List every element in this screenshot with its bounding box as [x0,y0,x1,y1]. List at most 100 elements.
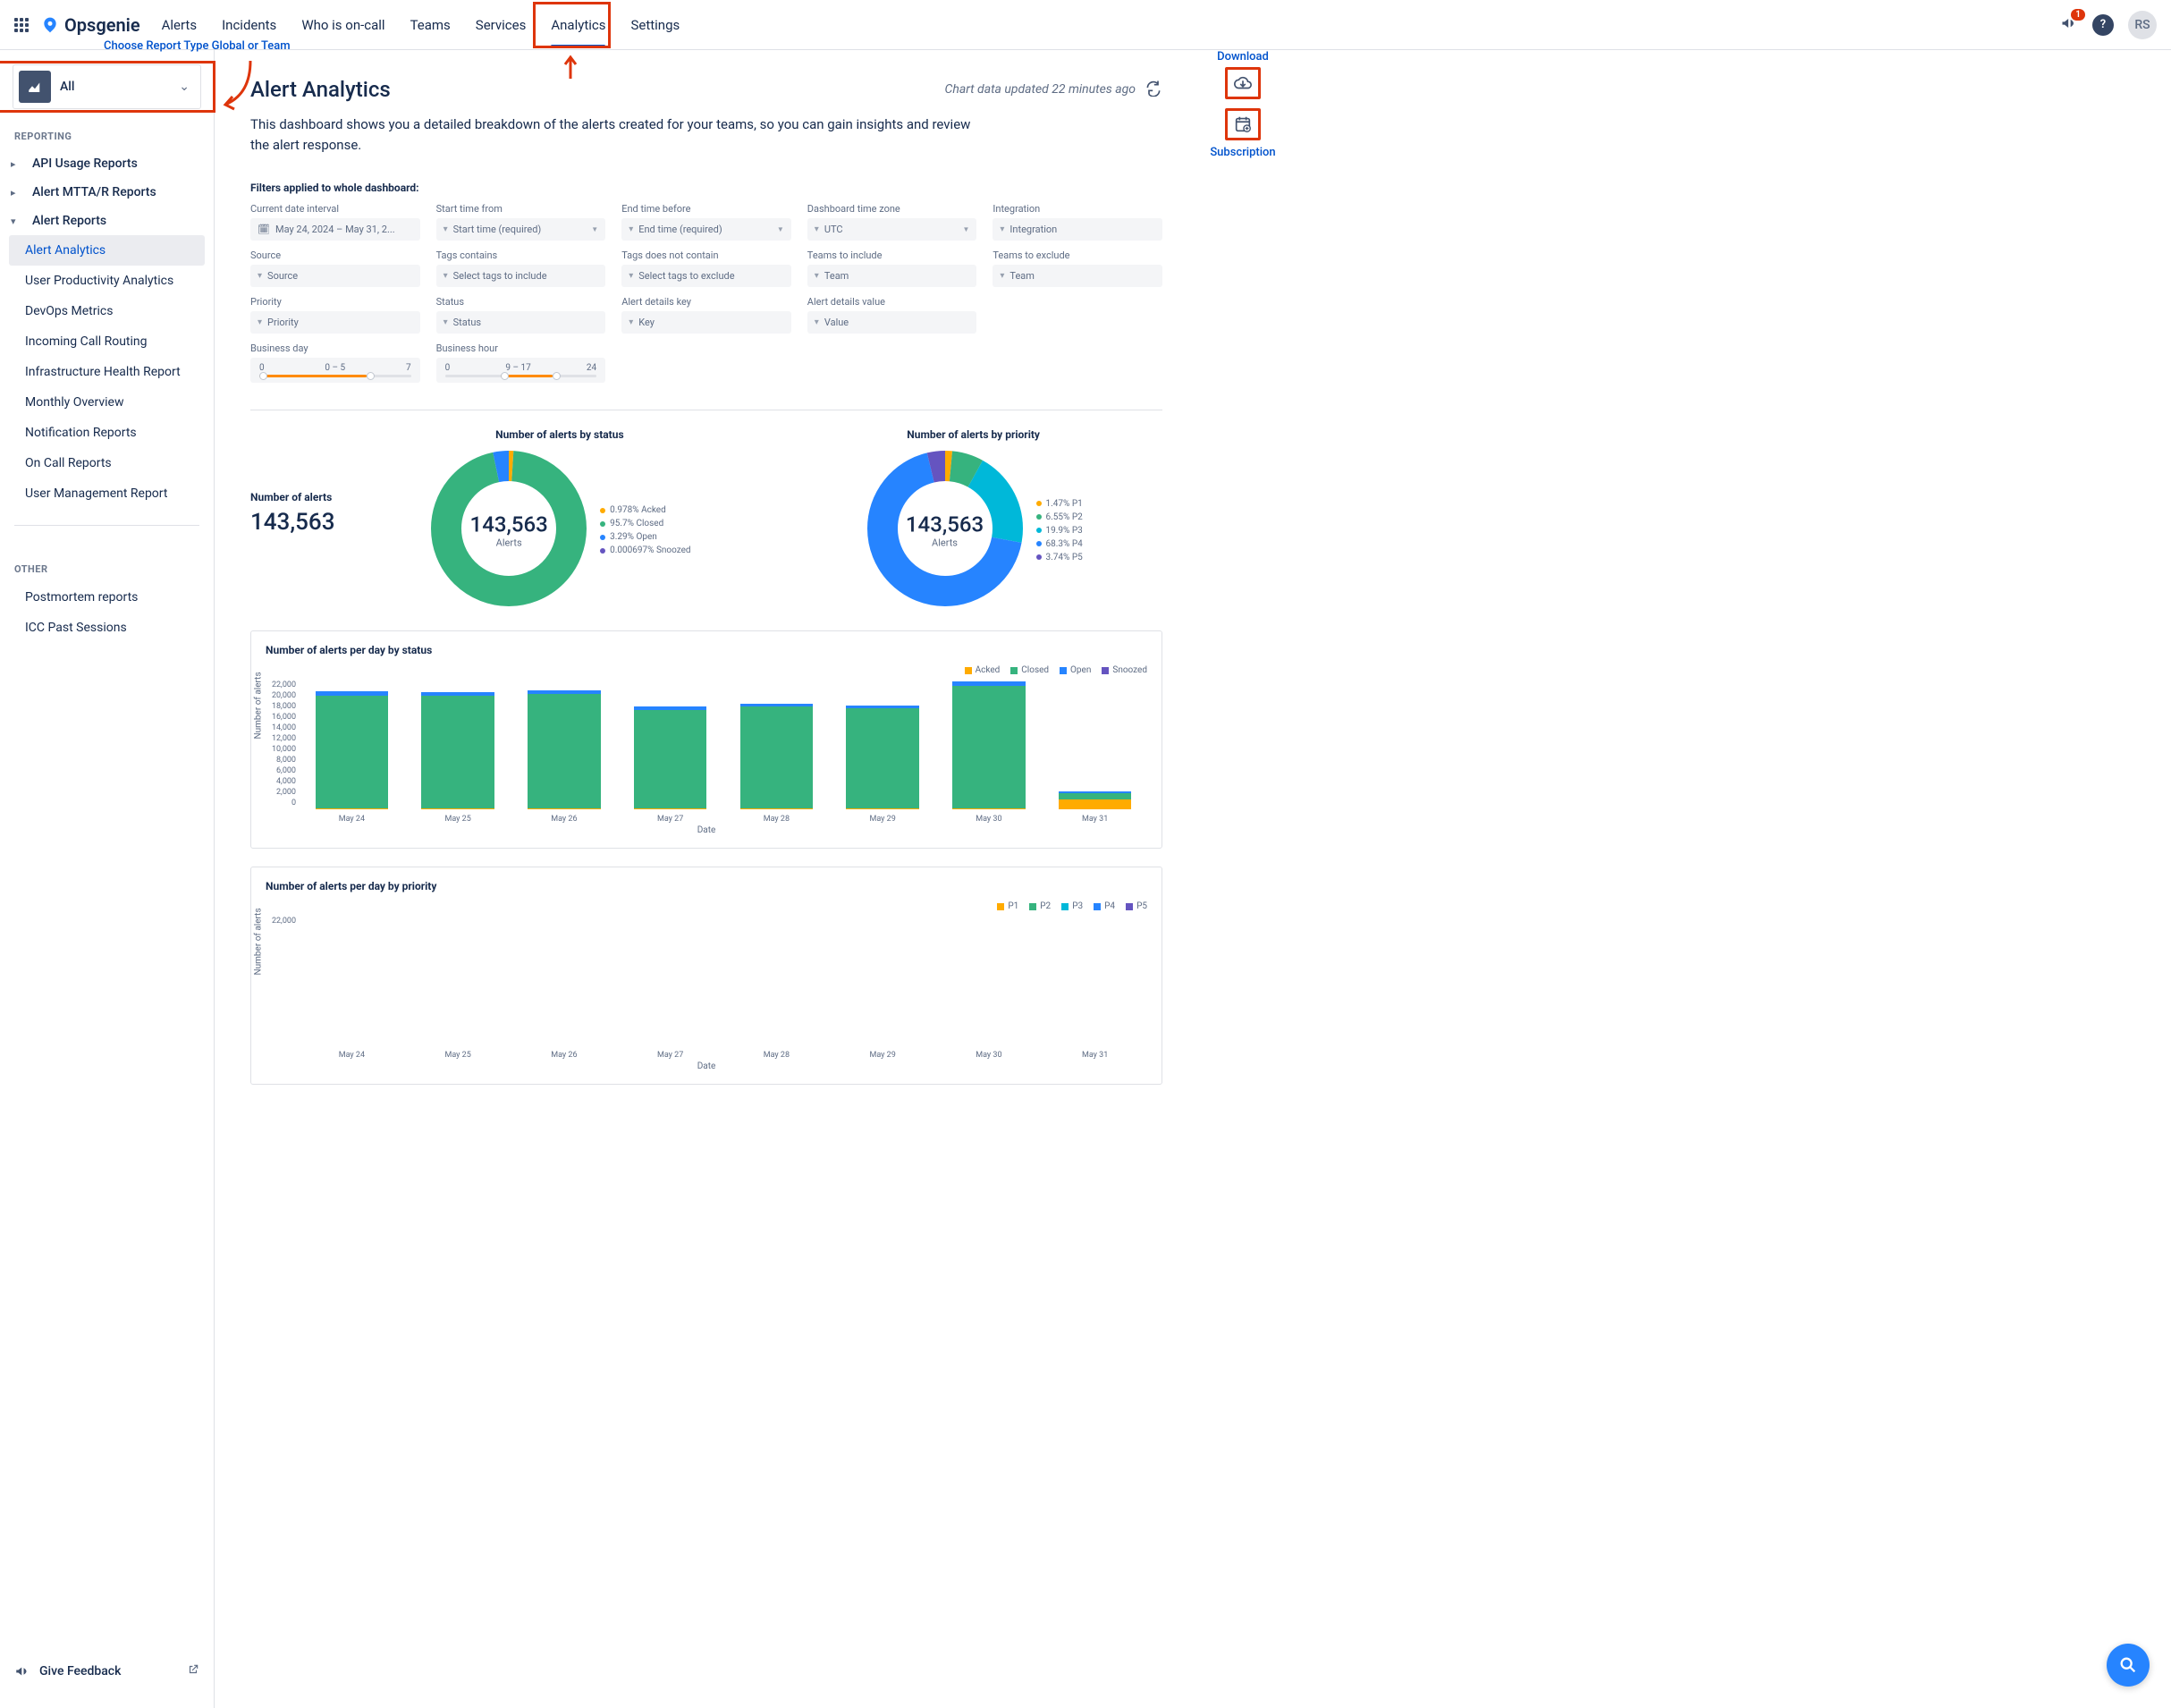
filter-label: Tags does not contain [621,249,791,261]
filter-label: Alert details key [621,296,791,308]
filter-source[interactable]: ▾Source [250,265,420,287]
sidebar-item-alert-reports[interactable]: Alert Reports [0,207,214,235]
funnel-icon: ▾ [443,271,448,281]
download-button[interactable] [1225,67,1261,99]
filter-end-time-before[interactable]: ▾End time (required)▼ [621,218,791,241]
sidebar: All ⌄ REPORTING API Usage ReportsAlert M… [0,50,215,1708]
filter-priority[interactable]: ▾Priority [250,311,420,334]
section-other: OTHER [0,542,214,582]
cloud-download-icon [1233,73,1253,93]
download-link[interactable]: Download [1217,50,1269,63]
funnel-icon: ▾ [629,271,633,281]
sidebar-sub-devops-metrics[interactable]: DevOps Metrics [0,296,214,326]
filter-label: Source [250,249,420,261]
filter-label: Integration [993,203,1162,215]
app-switcher-icon[interactable] [14,18,29,32]
funnel-icon: ▾ [1000,224,1004,234]
funnel-icon: ▾ [443,317,448,327]
nav-settings[interactable]: Settings [630,3,680,47]
chart-legend: 1.47% P16.55% P219.9% P368.3% P43.74% P5 [1036,497,1083,564]
calendar-add-icon [1233,114,1253,134]
filters-heading: Filters applied to whole dashboard: [250,182,1162,194]
notification-badge: 1 [2071,9,2085,21]
filter-label: Status [436,296,606,308]
nav-who-is-on-call[interactable]: Who is on-call [301,3,384,47]
chart-legend: P1P2P3P4P5 [266,901,1147,911]
chart-alerts-per-day-status: Number of alerts per day by statusAckedC… [250,630,1162,849]
sidebar-sub-on-call-reports[interactable]: On Call Reports [0,448,214,478]
sidebar-sub-incoming-call-routing[interactable]: Incoming Call Routing [0,326,214,357]
page-title: Alert Analytics [250,77,391,102]
sidebar-other-icc-past-sessions[interactable]: ICC Past Sessions [0,613,214,643]
filter-status[interactable]: ▾Status [436,311,606,334]
megaphone-icon [14,1663,30,1679]
refresh-icon[interactable] [1145,79,1162,100]
chart-title: Number of alerts per day by priority [266,880,1147,892]
sidebar-sub-notification-reports[interactable]: Notification Reports [0,418,214,448]
funnel-icon: ▾ [629,224,633,234]
bar-chart: Number of alerts22,000May 24May 25May 26… [266,917,1147,1060]
funnel-icon: ▾ [1000,271,1004,281]
filter-label: Dashboard time zone [807,203,977,215]
funnel-icon: ▾ [258,317,262,327]
filter-dashboard-time-zone[interactable]: ▾UTC▼ [807,218,977,241]
help-icon[interactable]: ? [2092,14,2114,36]
filter-alert-details-value[interactable]: ▾Value [807,311,977,334]
external-link-icon [187,1663,199,1679]
filter-tags-does-not-contain[interactable]: ▾Select tags to exclude [621,265,791,287]
calendar-icon: 🗓 [258,224,270,235]
filter-alert-details-key[interactable]: ▾Key [621,311,791,334]
megaphone-icon[interactable]: 1 [2060,14,2078,36]
nav-teams[interactable]: Teams [410,3,451,47]
chart-title: Number of alerts by status [495,428,624,441]
report-scope-selector[interactable]: All ⌄ [13,64,201,109]
give-feedback-link[interactable]: Give Feedback [0,1649,214,1694]
caret-icon: ▼ [591,225,598,233]
sidebar-item-api-usage-reports[interactable]: API Usage Reports [0,149,214,178]
filter-label: Tags contains [436,249,606,261]
filter-tags-contains[interactable]: ▾Select tags to include [436,265,606,287]
bar-chart: Number of alerts22,00020,00018,00016,000… [266,681,1147,824]
funnel-icon: ▾ [815,224,819,234]
report-scope-label: All [60,80,170,94]
sidebar-sub-infrastructure-health-report[interactable]: Infrastructure Health Report [0,357,214,387]
nav-analytics[interactable]: Analytics [551,3,605,47]
sidebar-sub-user-management-report[interactable]: User Management Report [0,478,214,509]
filter-integration[interactable]: ▾Integration [993,218,1162,241]
slider-business-hour[interactable]: 09 – 1724 [436,358,606,383]
subscription-button[interactable] [1225,108,1261,140]
sidebar-other-postmortem-reports[interactable]: Postmortem reports [0,582,214,613]
chart-legend: 0.978% Acked95.7% Closed3.29% Open0.0006… [600,503,690,557]
search-icon [2118,1655,2138,1675]
brand-label: Opsgenie [64,14,140,36]
section-reporting: REPORTING [0,109,214,149]
filter-teams-to-exclude[interactable]: ▾Team [993,265,1162,287]
brand[interactable]: Opsgenie [41,14,140,36]
chart-updated-text: Chart data updated 22 minutes ago [945,82,1136,97]
main-content: Download Subscription Alert Analytics Ch… [215,50,1198,1708]
funnel-icon: ▾ [629,317,633,327]
avatar[interactable]: RS [2128,11,2157,39]
filter-teams-to-include[interactable]: ▾Team [807,265,977,287]
caret-icon: ▼ [962,225,969,233]
intercom-fab[interactable] [2107,1644,2150,1687]
subscription-link[interactable]: Subscription [1210,146,1275,159]
sidebar-item-alert-mtta-r-reports[interactable]: Alert MTTA/R Reports [0,178,214,207]
funnel-icon: ▾ [258,271,262,281]
filter-current-date-interval[interactable]: 🗓May 24, 2024 – May 31, 2... [250,218,420,241]
nav-services[interactable]: Services [476,3,527,47]
funnel-icon: ▾ [815,271,819,281]
filter-label: Business day [250,342,420,354]
filter-label: Start time from [436,203,606,215]
filter-label: Business hour [436,342,606,354]
filter-label: Current date interval [250,203,420,215]
slider-business-day[interactable]: 00 – 57 [250,358,420,383]
kpi-number-of-alerts: Number of alerts 143,563 [250,491,334,536]
filter-start-time-from[interactable]: ▾Start time (required)▼ [436,218,606,241]
sidebar-sub-user-productivity-analytics[interactable]: User Productivity Analytics [0,266,214,296]
sidebar-sub-alert-analytics[interactable]: Alert Analytics [9,235,205,266]
chart-legend: AckedClosedOpenSnoozed [266,665,1147,675]
caret-icon: ▼ [777,225,784,233]
sidebar-sub-monthly-overview[interactable]: Monthly Overview [0,387,214,418]
funnel-icon: ▾ [815,317,819,327]
